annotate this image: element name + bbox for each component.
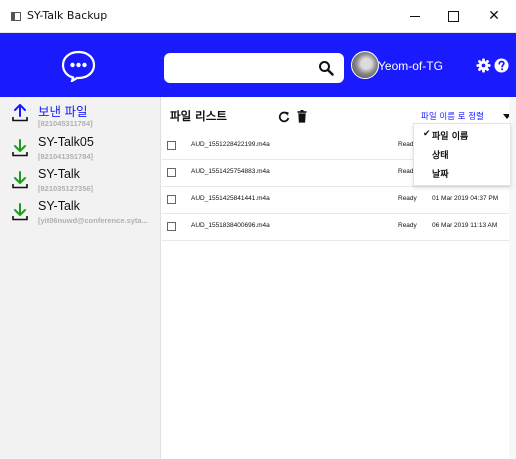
menu-item-sort-filename[interactable]: ✔ 파일 이름 — [414, 126, 510, 144]
maximize-button[interactable] — [434, 0, 472, 32]
user-name: Yeom-of-TG — [378, 59, 443, 73]
row-checkbox[interactable] — [167, 195, 176, 204]
file-list-title: 파일 리스트 — [170, 109, 227, 123]
help-icon[interactable] — [494, 58, 509, 73]
menu-item-label: 날짜 — [432, 170, 449, 180]
contact-sidebar: 보낸 파일 [821045311784] SY-Talk05 [82104135… — [0, 97, 161, 459]
menu-item-sort-status[interactable]: 상태 — [414, 145, 510, 163]
gear-icon[interactable] — [476, 58, 491, 73]
sidebar-item-sent-files[interactable]: 보낸 파일 [821045311784] — [0, 100, 161, 134]
sort-dropdown[interactable]: 파일 이름 로 정렬 — [421, 110, 512, 124]
menu-item-label: 상태 — [432, 151, 449, 161]
file-status: Ready — [398, 222, 417, 229]
sort-dropdown-label: 파일 이름 로 정렬 — [421, 112, 484, 122]
sidebar-item-sy-talk[interactable]: SY-Talk [821035127356] — [0, 166, 161, 200]
sort-options-menu: ✔ 파일 이름 상태 날짜 — [413, 123, 511, 186]
row-checkbox[interactable] — [167, 141, 176, 150]
sidebar-item-sy-talk05[interactable]: SY-Talk05 [821041351784] — [0, 134, 161, 168]
row-checkbox[interactable] — [167, 222, 176, 231]
window-title: SY-Talk Backup — [27, 9, 108, 22]
download-icon — [12, 139, 28, 157]
sidebar-item-subtitle: [yit06nuwd@conference.syta... — [38, 216, 148, 225]
file-name: AUD_1551228422199.m4a — [191, 141, 270, 148]
search-input[interactable] — [164, 53, 344, 83]
menu-item-label: 파일 이름 — [432, 132, 469, 142]
file-status: Ready — [398, 195, 417, 202]
sidebar-item-subtitle: [821041351784] — [38, 152, 94, 161]
file-name: AUD_1551838400696.m4a — [191, 222, 270, 229]
search-icon[interactable] — [318, 60, 334, 76]
table-row[interactable]: AUD_1551838400696.m4a Ready 06 Mar 2019 … — [162, 214, 516, 241]
file-name: AUD_1551425754883.m4a — [191, 168, 270, 175]
window-title-bar: SY-Talk Backup ✕ — [0, 0, 516, 33]
download-icon — [12, 203, 28, 221]
download-icon — [12, 171, 28, 189]
table-row[interactable]: AUD_1551425841441.m4a Ready 01 Mar 2019 … — [162, 187, 516, 214]
minimize-button[interactable] — [396, 0, 434, 32]
row-checkbox[interactable] — [167, 168, 176, 177]
sidebar-item-title: SY-Talk — [38, 199, 80, 213]
check-icon: ✔ — [423, 129, 431, 139]
chat-bubble-logo-icon — [61, 50, 96, 82]
sidebar-item-subtitle: [821045311784] — [38, 119, 93, 128]
upload-icon — [12, 104, 28, 122]
app-window-icon — [11, 12, 21, 21]
close-button[interactable]: ✕ — [475, 0, 513, 32]
file-date: 01 Mar 2019 04:37 PM — [432, 195, 499, 202]
sidebar-item-title: SY-Talk — [38, 167, 80, 181]
refresh-icon[interactable] — [278, 111, 290, 123]
sidebar-item-subtitle: [821035127356] — [38, 184, 94, 193]
sidebar-item-title: SY-Talk05 — [38, 135, 94, 149]
avatar[interactable] — [351, 51, 379, 79]
file-date: 06 Mar 2019 11:13 AM — [432, 222, 498, 229]
sidebar-item-sy-talk-conference[interactable]: SY-Talk [yit06nuwd@conference.syta... — [0, 198, 161, 232]
trash-icon[interactable] — [297, 110, 307, 123]
menu-item-sort-date[interactable]: 날짜 — [414, 164, 510, 182]
file-name: AUD_1551425841441.m4a — [191, 195, 270, 202]
sidebar-item-title: 보낸 파일 — [38, 105, 88, 119]
